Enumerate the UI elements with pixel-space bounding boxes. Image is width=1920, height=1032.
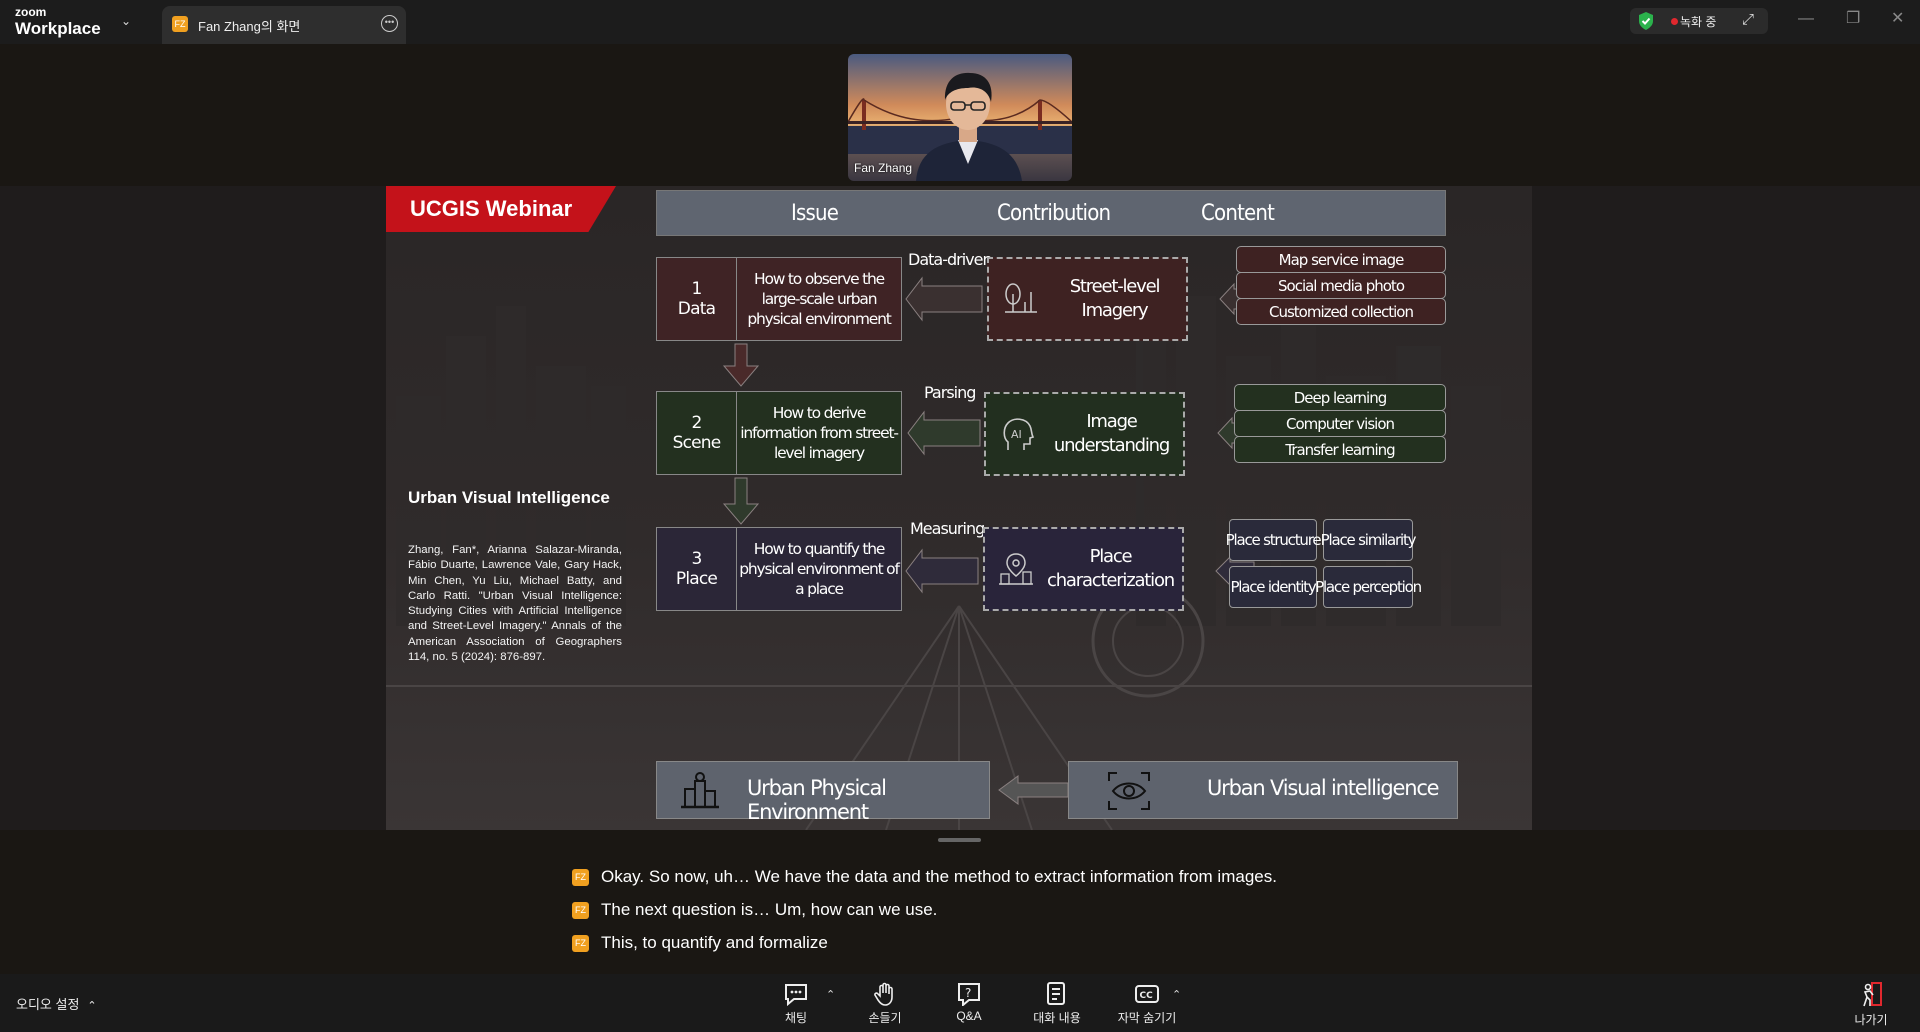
row-name: Data (677, 299, 716, 319)
caption-avatar: FZ (572, 935, 589, 952)
speaker-name: Fan Zhang (854, 161, 913, 175)
shared-slide: UCGIS Webinar Urban Visual Intelligence … (386, 186, 1532, 830)
bottom-right-text: Urban Visual intelligence (1207, 776, 1440, 800)
content-pill: Customized collection (1236, 298, 1446, 325)
content-pill: Map service image (1236, 246, 1446, 273)
caption-text: The next question is… Um, how can we use… (601, 900, 938, 919)
content-box: Place similarity (1321, 519, 1417, 561)
caption-text: Okay. So now, uh… We have the data and t… (601, 867, 1277, 886)
captions-panel (0, 830, 1920, 974)
chat-icon (785, 984, 807, 1006)
audio-settings-button[interactable]: 오디오 설정 ⌃ (16, 994, 97, 1013)
speaker-video-tile[interactable]: Fan Zhang (848, 54, 1072, 181)
method-text: Place characterization (1047, 546, 1175, 591)
speaker-figure (916, 72, 1022, 181)
method-text: Image understanding (1053, 411, 1170, 456)
method-box-street-level: Street-level Imagery (987, 257, 1188, 341)
ai-head-icon: AI (1003, 418, 1035, 450)
audio-settings-label: 오디오 설정 (16, 997, 80, 1012)
row-name: Scene (672, 433, 722, 453)
row-number: 3 (691, 549, 702, 569)
row-issue-text: How to observe the large-scale urban phy… (747, 270, 891, 328)
urban-physical-environment-box: Urban Physical Environment (656, 761, 990, 824)
row-number: 2 (691, 413, 702, 433)
method-box-image-understanding: AI Image understanding (984, 392, 1185, 476)
caption-avatar: FZ (572, 869, 589, 886)
row-issue-text: How to derive information from street-le… (740, 404, 899, 462)
verb-label-data-driven: Data-driven (908, 250, 993, 269)
expand-icon[interactable]: ⤢ (1742, 11, 1754, 28)
transcript-icon (1047, 982, 1065, 1005)
recording-dot (1671, 18, 1678, 25)
row-name: Place (675, 569, 718, 589)
row-number-label: 1 Data (657, 258, 737, 340)
verb-label-parsing: Parsing (924, 383, 976, 402)
content-pill: Computer vision (1234, 410, 1446, 437)
meeting-toolbar: 오디오 설정 ⌃ 채팅 ⌃ 손들기 ? Q&A 대화 내용 CC 자막 숨기기 ⌃… (0, 974, 1920, 1032)
verb-label-measuring: Measuring (910, 519, 985, 538)
svg-text:CC: CC (1140, 991, 1154, 1001)
svg-text:AI: AI (1011, 428, 1022, 441)
urban-visual-intelligence-box: Urban Visual intelligence (1068, 761, 1458, 819)
logo-small-text: zoom (15, 5, 47, 19)
transcript-label: 대화 내용 (1033, 1011, 1081, 1025)
qa-icon: ? (958, 983, 980, 1006)
method-box-place-characterization: Place characterization (983, 527, 1184, 611)
content-pill: Transfer learning (1234, 436, 1446, 463)
method-text: Street-level Imagery (1069, 276, 1161, 321)
restore-icon[interactable]: ❐ (1846, 8, 1860, 28)
place-pin-icon (999, 553, 1033, 585)
more-icon[interactable]: ••• (381, 15, 398, 32)
row-issue-text: How to quantify the physical environment… (739, 540, 900, 598)
issue-row-scene: 2 Scene How to derive information from st… (656, 391, 902, 475)
content-box: Place identity (1229, 566, 1317, 608)
row-number: 1 (691, 279, 702, 299)
qa-button[interactable]: ? Q&A (934, 982, 1004, 1023)
content-pill: Deep learning (1234, 384, 1446, 411)
chat-label: 채팅 (784, 1011, 808, 1025)
recording-label: 녹화 중 (1680, 15, 1717, 29)
close-icon[interactable]: ✕ (1891, 8, 1904, 28)
transcript-button[interactable]: 대화 내용 (1022, 982, 1092, 1026)
captions-options-chevron-icon[interactable]: ⌃ (1172, 988, 1181, 1001)
recording-indicator[interactable]: 녹화 중 ⤢ (1630, 8, 1768, 34)
tab-title: Fan Zhang의 화면 (198, 19, 301, 34)
content-box: Place structure (1226, 519, 1322, 561)
shield-check-icon (1639, 12, 1653, 30)
zoom-workplace-logo[interactable]: zoom Workplace (15, 6, 101, 37)
tab-avatar: FZ (172, 16, 188, 32)
content-pill: Social media photo (1236, 272, 1446, 299)
chat-options-chevron-icon[interactable]: ⌃ (826, 988, 835, 1001)
svg-text:?: ? (965, 986, 971, 1000)
raise-hand-button[interactable]: 손들기 (850, 982, 920, 1026)
hide-captions-label: 자막 숨기기 (1117, 1011, 1177, 1025)
closed-captions-icon: CC (1135, 985, 1159, 1003)
eye-scan-icon (1108, 772, 1150, 810)
title-bar: zoom Workplace ⌄ FZ Fan Zhang의 화면 ••• 녹화… (0, 0, 1920, 44)
caption-avatar: FZ (572, 902, 589, 919)
issue-row-place: 3 Place How to quantify the physical envi… (656, 527, 902, 611)
row-number-label: 3 Place (657, 528, 737, 610)
issue-row-data: 1 Data How to observe the large-scale urb… (656, 257, 902, 341)
row-number-label: 2 Scene (657, 392, 737, 474)
caption-text: This, to quantify and formalize (601, 933, 828, 952)
raise-hand-icon (874, 982, 893, 1006)
street-tree-icon (1005, 283, 1037, 313)
bottom-left-text: Urban Physical Environment (747, 776, 887, 824)
leave-button[interactable]: 나가기 (1836, 982, 1906, 1028)
chevron-up-icon: ⌃ (87, 1000, 97, 1012)
content-box: Place perception (1315, 566, 1422, 608)
caption-resize-handle[interactable] (938, 838, 981, 842)
qa-label: Q&A (956, 1009, 982, 1023)
tab-shared-screen[interactable]: FZ Fan Zhang의 화면 ••• (162, 6, 406, 44)
chat-button[interactable]: 채팅 (761, 982, 831, 1026)
chevron-down-icon[interactable]: ⌄ (121, 14, 131, 28)
leave-label: 나가기 (1854, 1013, 1888, 1027)
logo-large-text: Workplace (15, 19, 101, 38)
city-buildings-icon (681, 772, 719, 809)
minimize-icon[interactable]: — (1798, 10, 1814, 28)
leave-icon (1863, 982, 1882, 1007)
raise-hand-label: 손들기 (868, 1011, 902, 1025)
